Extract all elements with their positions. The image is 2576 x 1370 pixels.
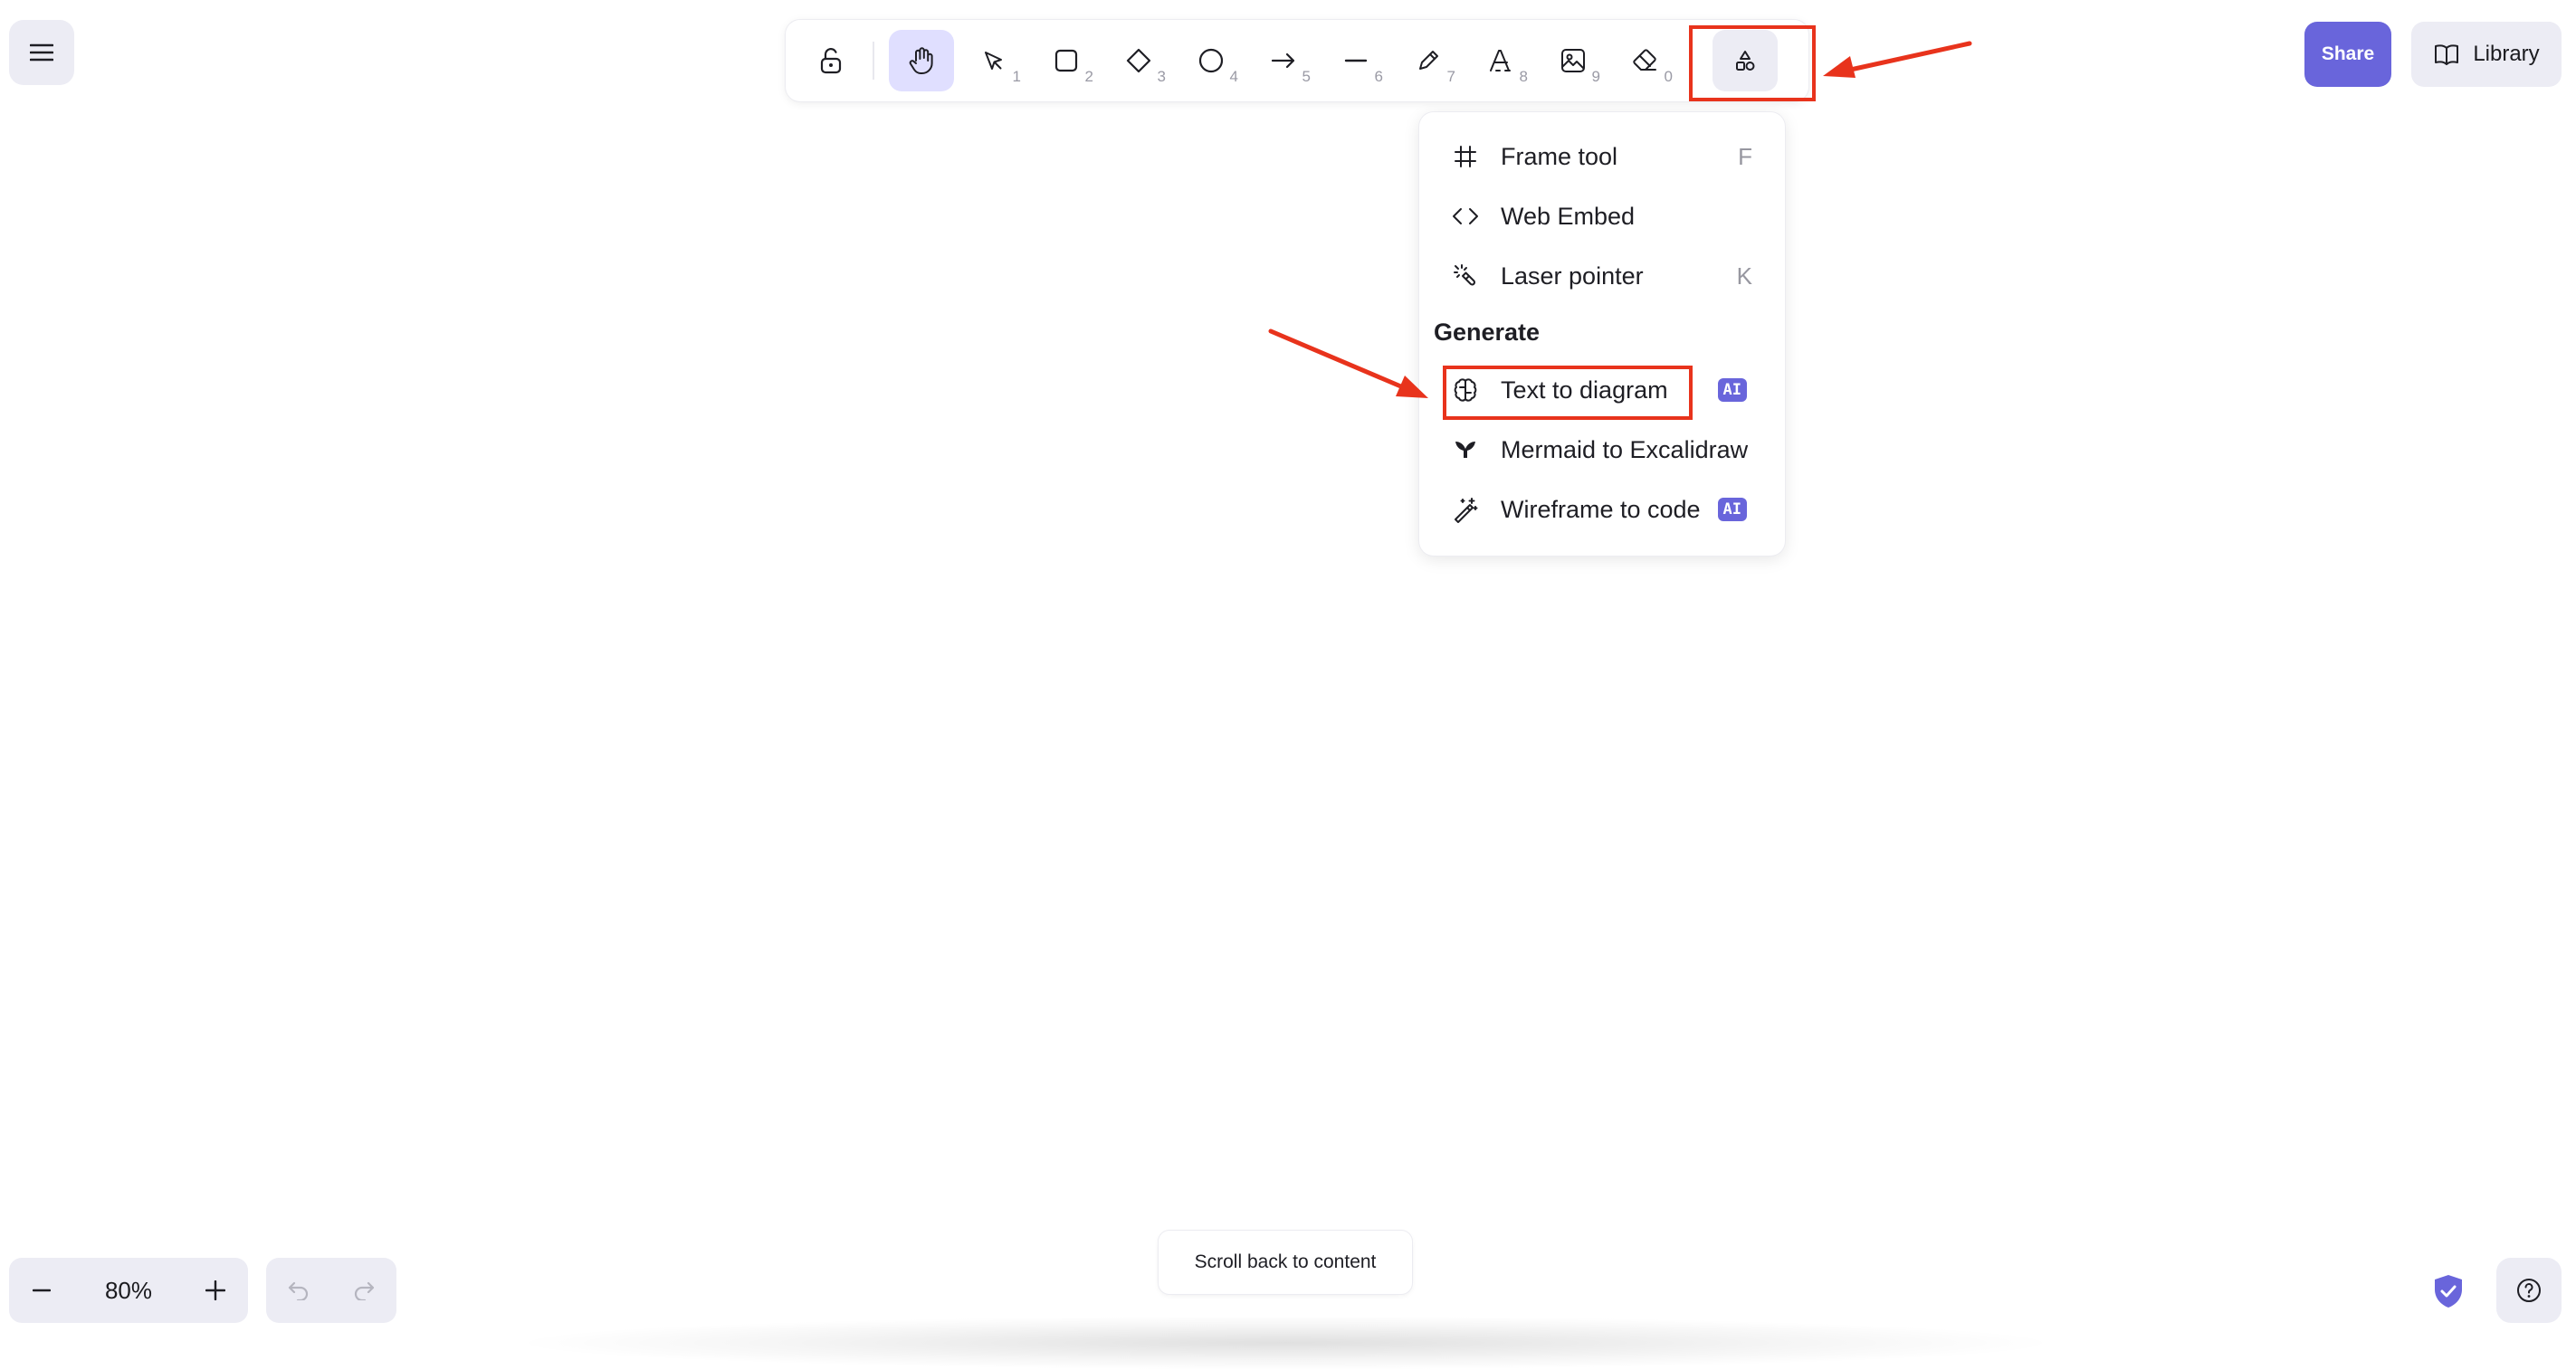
minus-icon [33,1289,51,1292]
annotation-arrow-toolbar [1823,41,1972,78]
zoom-controls: 80% [9,1258,248,1323]
redo-icon [354,1281,375,1300]
zoom-out-button[interactable] [9,1258,74,1323]
scroll-back-button[interactable]: Scroll back to content [1159,1231,1412,1294]
plus-icon [205,1280,225,1300]
zoom-in-button[interactable] [183,1258,248,1323]
redo-button[interactable] [331,1258,396,1323]
help-icon [2517,1279,2541,1302]
bottom-shadow [507,1316,2064,1370]
history-controls [266,1258,396,1323]
help-button[interactable] [2496,1258,2562,1323]
undo-button[interactable] [266,1258,331,1323]
undo-icon [288,1281,309,1300]
annotation-arrow-menu [1268,328,1428,398]
encryption-badge[interactable] [2428,1270,2469,1312]
shield-check-icon [2435,1275,2462,1308]
annotation-arrows [1268,41,1972,398]
zoom-level[interactable]: 80% [74,1258,183,1323]
